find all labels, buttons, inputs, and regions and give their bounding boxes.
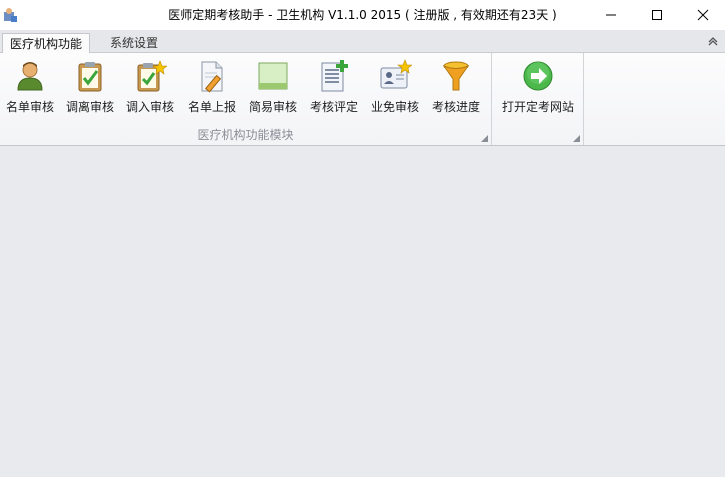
tab-system-settings[interactable]: 系统设置: [103, 33, 165, 53]
id-card-star-icon: [380, 59, 412, 89]
transfer-out-review-label: 调离审核: [65, 100, 114, 114]
list-report-label: 名单上报: [187, 100, 236, 114]
list-review-label: 名单审核: [5, 100, 54, 114]
funnel-icon: [442, 61, 470, 91]
open-website-button[interactable]: 打开定考网站: [498, 55, 578, 123]
dialog-launcher-icon[interactable]: [481, 135, 488, 142]
green-box-icon: [258, 62, 288, 90]
assessment-progress-label: 考核进度: [431, 100, 480, 114]
transfer-out-review-button[interactable]: 调离审核: [64, 55, 116, 123]
document-add-icon: [321, 60, 348, 92]
minimize-button[interactable]: [588, 0, 634, 30]
clipboard-check-icon: [78, 62, 102, 92]
dialog-launcher-icon[interactable]: [573, 135, 580, 142]
document-pencil-icon: [201, 61, 223, 93]
open-website-label: 打开定考网站: [501, 100, 574, 114]
close-icon: [697, 9, 709, 21]
ribbon-panel: 名单审核 调离审核 调入审核 名单上报 简易审核 考核评定 业免审核 考核进度 …: [0, 53, 725, 146]
simple-review-label: 简易审核: [248, 100, 297, 114]
person-icon: [17, 62, 43, 91]
list-review-button[interactable]: 名单审核: [4, 55, 56, 123]
group-label-medical: 医疗机构功能模块: [197, 128, 294, 142]
ribbon-collapse-icon[interactable]: [707, 35, 719, 47]
transfer-in-review-label: 调入审核: [125, 100, 174, 114]
ribbon-group-medical: 名单审核 调离审核 调入审核 名单上报 简易审核 考核评定 业免审核 考核进度 …: [0, 53, 492, 145]
tab-medical-functions[interactable]: 医疗机构功能: [2, 33, 91, 54]
exemption-review-button[interactable]: 业免审核: [368, 55, 422, 123]
main-workspace: [0, 146, 725, 477]
assessment-progress-button[interactable]: 考核进度: [429, 55, 483, 123]
simple-review-button[interactable]: 简易审核: [246, 55, 300, 123]
minimize-icon: [606, 14, 616, 16]
assessment-rating-button[interactable]: 考核评定: [307, 55, 361, 123]
maximize-button[interactable]: [634, 0, 680, 30]
clipboard-star-icon: [137, 60, 167, 92]
assessment-rating-label: 考核评定: [309, 100, 358, 114]
green-arrow-icon: [523, 61, 553, 91]
transfer-in-review-button[interactable]: 调入审核: [124, 55, 176, 123]
exemption-review-label: 业免审核: [370, 100, 419, 114]
ribbon-group-website: 打开定考网站: [492, 53, 584, 145]
ribbon-tab-strip: 医疗机构功能 系统设置: [0, 30, 725, 54]
group-label-website: [492, 126, 583, 145]
maximize-icon: [652, 10, 662, 20]
close-button[interactable]: [680, 0, 725, 30]
list-report-button[interactable]: 名单上报: [186, 55, 238, 123]
title-bar: 医师定期考核助手 - 卫生机构 V1.1.0 2015 ( 注册版 , 有效期还…: [0, 0, 725, 30]
